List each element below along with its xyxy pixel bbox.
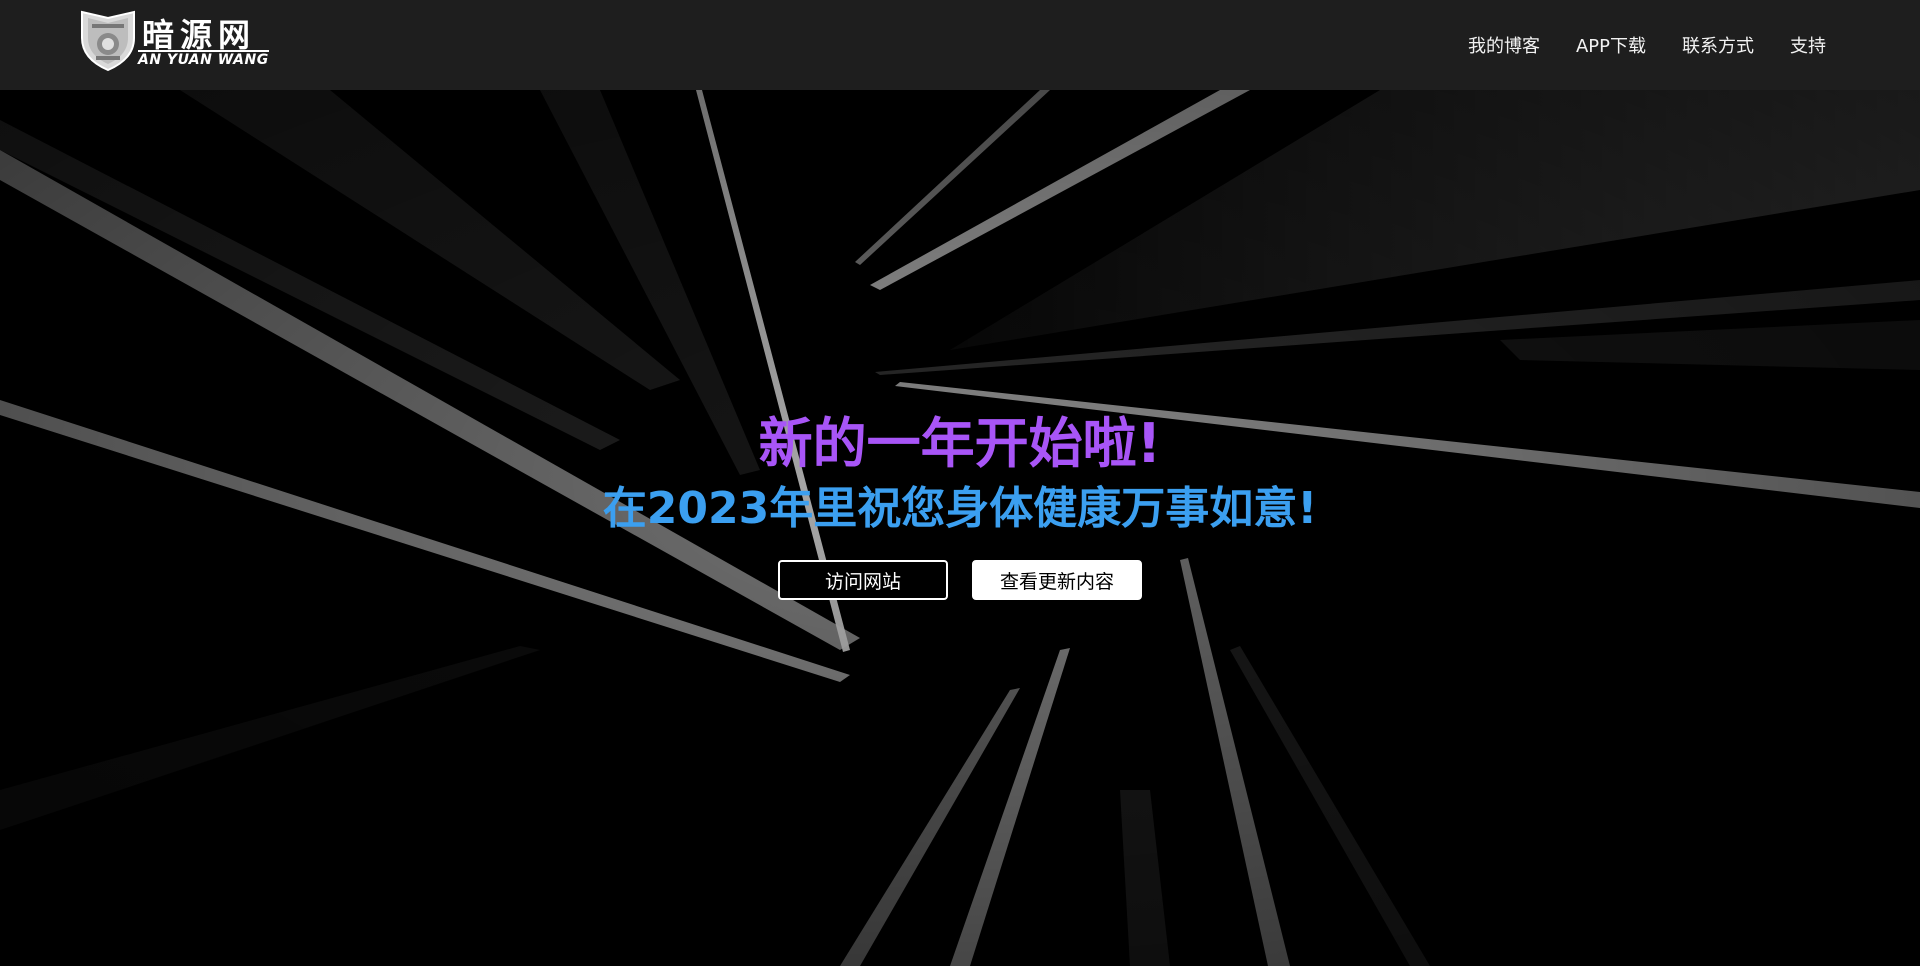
hero-headline: 新的一年开始啦! bbox=[758, 412, 1162, 475]
hero-subheadline: 在2023年里祝您身体健康万事如意! bbox=[602, 483, 1318, 534]
hero-buttons: 访问网站 查看更新内容 bbox=[0, 560, 1920, 600]
site-logo[interactable]: 暗源网 AN YUAN WANG bbox=[78, 8, 269, 72]
view-updates-button[interactable]: 查看更新内容 bbox=[972, 560, 1142, 600]
hero-section: 新的一年开始啦! 在2023年里祝您身体健康万事如意! 访问网站 查看更新内容 bbox=[0, 90, 1920, 966]
shield-crest-logo-icon bbox=[81, 10, 135, 72]
nav-item-app-download[interactable]: APP下载 bbox=[1576, 32, 1646, 58]
top-navbar: 暗源网 AN YUAN WANG 我的博客 APP下载 联系方式 支持 bbox=[0, 0, 1920, 90]
nav-item-contact[interactable]: 联系方式 bbox=[1682, 32, 1754, 58]
brand-subtitle: AN YUAN WANG bbox=[138, 50, 269, 68]
nav-item-blog[interactable]: 我的博客 bbox=[1468, 32, 1540, 58]
nav-item-support[interactable]: 支持 bbox=[1790, 32, 1826, 58]
visit-site-button[interactable]: 访问网站 bbox=[778, 560, 948, 600]
main-nav: 我的博客 APP下载 联系方式 支持 bbox=[1468, 0, 1826, 90]
